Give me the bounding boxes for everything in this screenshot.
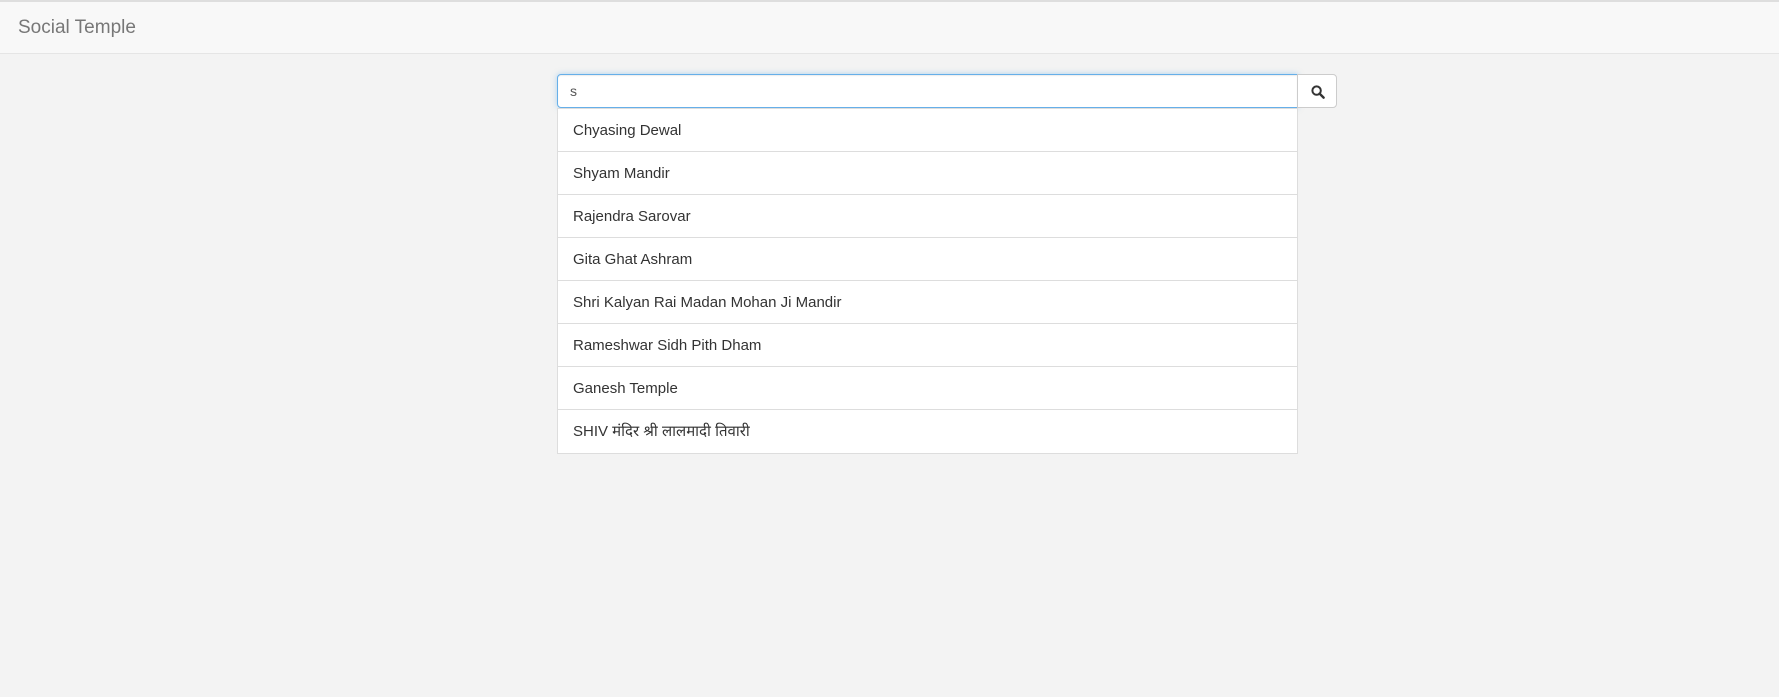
search-button[interactable] xyxy=(1297,74,1337,108)
suggestion-item[interactable]: Ganesh Temple xyxy=(558,367,1297,410)
suggestion-item[interactable]: Rajendra Sarovar xyxy=(558,195,1297,238)
search-input[interactable] xyxy=(557,74,1298,108)
suggestion-item[interactable]: Chyasing Dewal xyxy=(558,109,1297,152)
suggestion-item[interactable]: Gita Ghat Ashram xyxy=(558,238,1297,281)
suggestion-item[interactable]: SHIV मंदिर श्री लालमादी तिवारी xyxy=(558,410,1297,453)
search-icon xyxy=(1311,85,1325,99)
suggestion-item[interactable]: Shri Kalyan Rai Madan Mohan Ji Mandir xyxy=(558,281,1297,324)
search-bar xyxy=(557,74,1337,108)
suggestion-item[interactable]: Shyam Mandir xyxy=(558,152,1297,195)
suggestion-item[interactable]: Rameshwar Sidh Pith Dham xyxy=(558,324,1297,367)
navbar: Social Temple xyxy=(0,0,1779,54)
brand-link[interactable]: Social Temple xyxy=(18,16,136,40)
suggestion-list: Chyasing Dewal Shyam Mandir Rajendra Sar… xyxy=(557,108,1298,454)
